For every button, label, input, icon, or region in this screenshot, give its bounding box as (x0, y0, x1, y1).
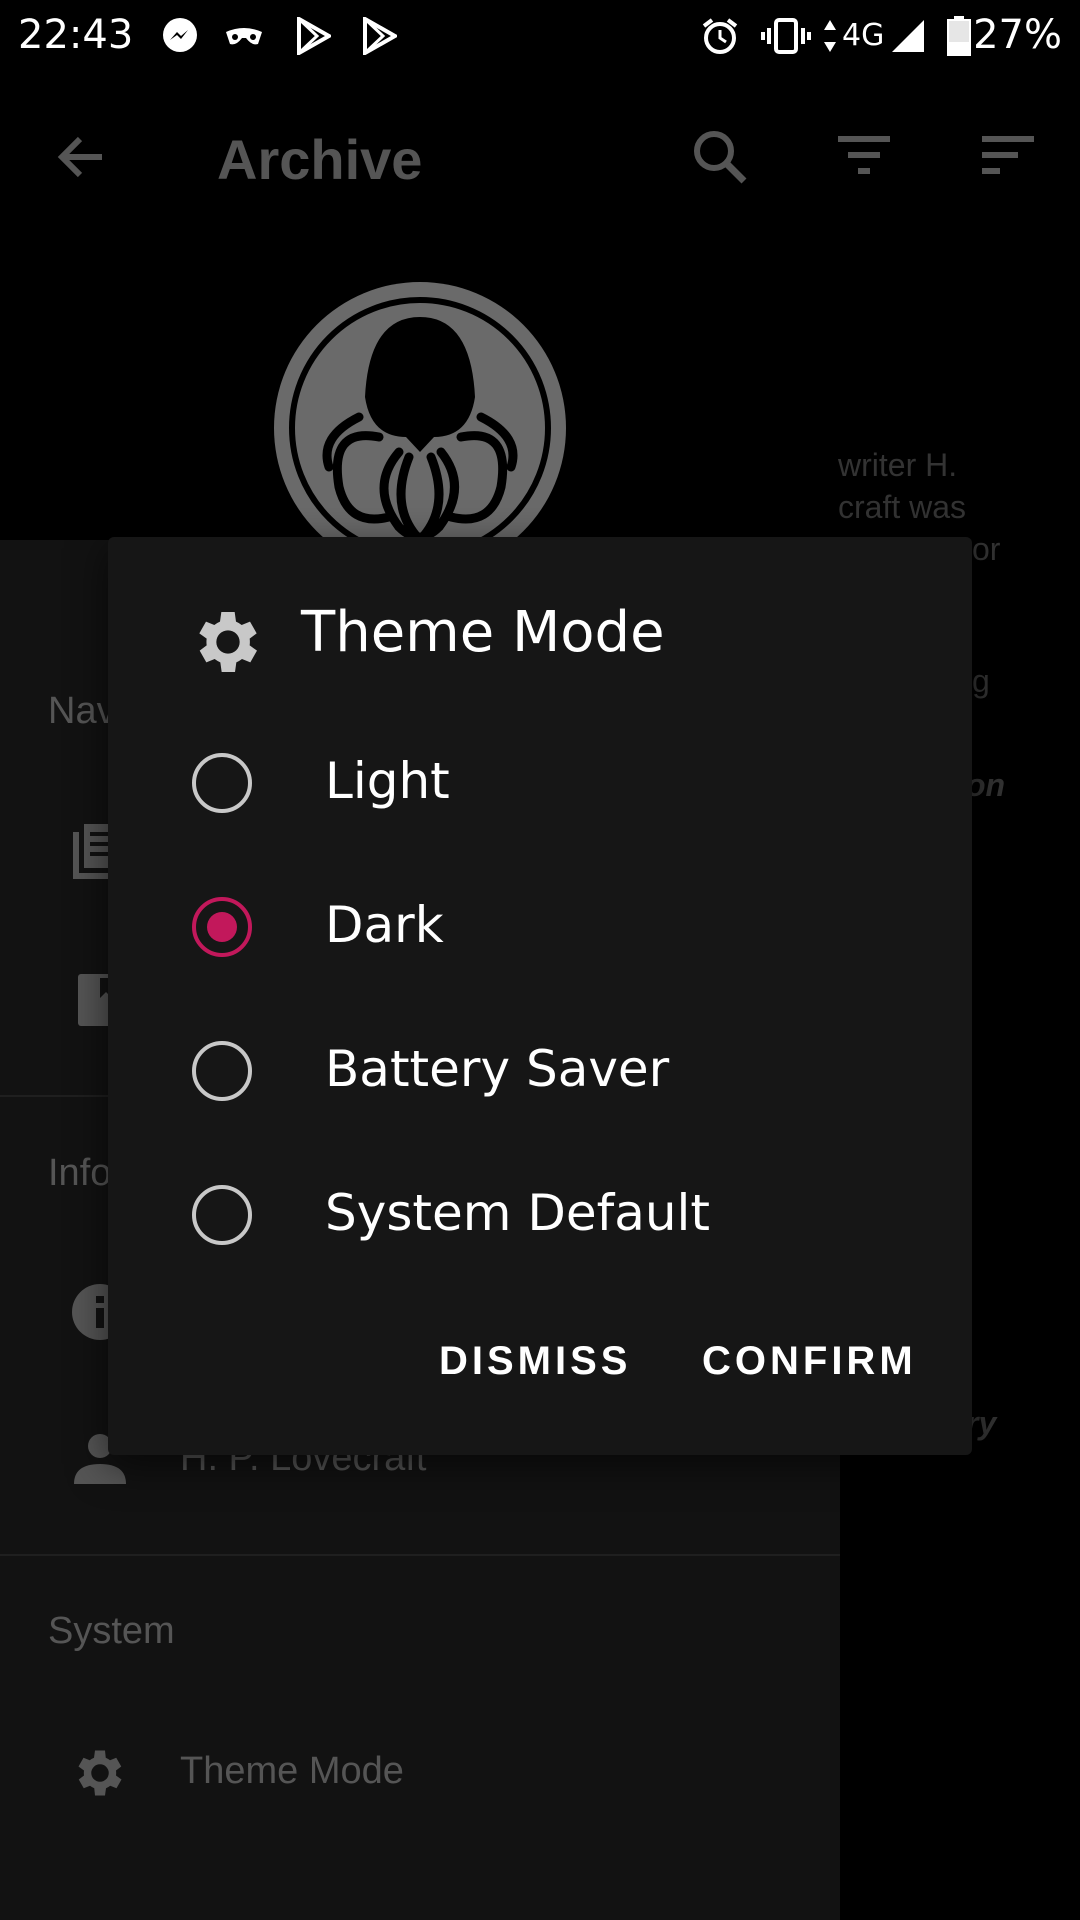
option-light[interactable]: Light (148, 722, 932, 842)
messenger-icon (158, 14, 202, 58)
option-dark[interactable]: Dark (148, 866, 932, 986)
option-label[interactable]: System Default (325, 1184, 710, 1242)
battery-percent: 27% (973, 12, 1062, 58)
back-arrow-icon[interactable] (50, 125, 114, 189)
option-label[interactable]: Battery Saver (325, 1040, 669, 1098)
bg-text-line3: or (972, 531, 1001, 567)
theme-mode-dialog: Theme Mode Light Dark Battery Saver Syst… (108, 537, 972, 1455)
dismiss-button[interactable]: DISMISS (439, 1339, 631, 1384)
option-label[interactable]: Dark (325, 896, 444, 954)
dialog-title: Theme Mode (301, 600, 665, 665)
radio-button[interactable] (192, 753, 252, 813)
bg-text-line2: craft was (838, 489, 967, 525)
sort-icon[interactable] (976, 125, 1040, 189)
alarm-icon (698, 14, 742, 58)
gear-icon[interactable] (70, 1743, 130, 1803)
incognito-icon (222, 14, 266, 58)
page-title: Archive (217, 128, 423, 191)
vibrate-icon (760, 14, 812, 58)
confirm-button[interactable]: CONFIRM (702, 1339, 917, 1384)
radio-button[interactable] (192, 1185, 252, 1245)
cthulhu-logo (269, 277, 571, 579)
play-store-icon (292, 14, 336, 58)
bg-text-line4: g (972, 663, 990, 699)
radio-button[interactable] (192, 1041, 252, 1101)
network-type: 4G (842, 18, 885, 53)
status-time: 22:43 (18, 12, 134, 58)
search-icon[interactable] (688, 125, 752, 189)
data-arrows-icon (820, 14, 840, 58)
status-bar: 22:43 4G 27% (0, 0, 1080, 75)
filter-icon[interactable] (832, 125, 896, 189)
radio-button-selected[interactable] (192, 897, 252, 957)
section-navigation: Nav (48, 690, 116, 732)
gear-icon (188, 602, 268, 682)
option-battery-saver[interactable]: Battery Saver (148, 1010, 932, 1130)
theme-mode-label[interactable]: Theme Mode (180, 1750, 404, 1793)
option-system-default[interactable]: System Default (148, 1154, 932, 1274)
option-label[interactable]: Light (325, 752, 450, 810)
divider (0, 1554, 840, 1556)
bg-text-line1: writer H. (838, 447, 958, 483)
signal-icon (888, 14, 928, 58)
battery-icon (944, 14, 974, 58)
section-info: Info (48, 1152, 112, 1194)
play-store-icon-2 (358, 14, 402, 58)
section-system: System (48, 1610, 175, 1652)
toolbar: Archive (0, 75, 1080, 235)
